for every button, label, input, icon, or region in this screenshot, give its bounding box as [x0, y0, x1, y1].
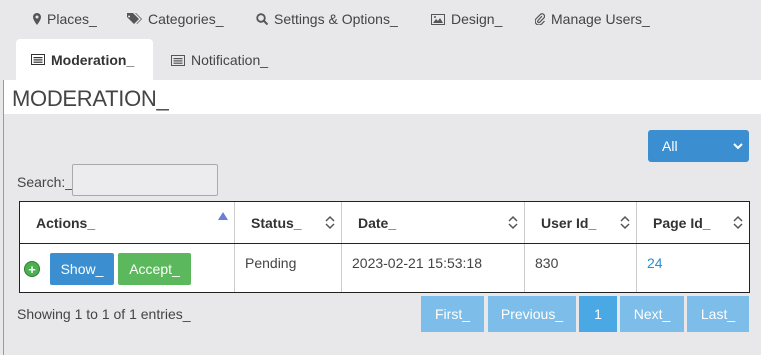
tab-label: Places_ [47, 11, 97, 27]
tab-places[interactable]: Places_ [33, 11, 97, 27]
map-marker-icon [33, 13, 41, 25]
tab-bar: Places_ Categories_ Settings & Options_ … [0, 0, 761, 38]
tab-label: Categories_ [148, 11, 224, 27]
title-bar: MODERATION_ [4, 80, 761, 114]
tab-settings[interactable]: Settings & Options_ [256, 11, 398, 27]
date-value: 2023-02-21 15:53:18 [352, 255, 482, 271]
paperclip-icon [535, 13, 545, 25]
tab-moderation[interactable]: Moderation_ [16, 39, 153, 80]
column-header-user-id[interactable]: User Id_ [525, 202, 637, 244]
tab-design[interactable]: Design_ [431, 11, 502, 27]
pagination-current-page[interactable]: 1 [579, 296, 617, 332]
sort-icon [733, 215, 743, 230]
tab-label: Manage Users_ [551, 11, 650, 27]
column-header-actions[interactable]: Actions_ [20, 202, 235, 244]
date-cell: 2023-02-21 15:53:18 [342, 244, 525, 292]
page-title: MODERATION_ [12, 86, 169, 111]
list-icon [31, 54, 45, 65]
expand-row-button[interactable]: + [24, 261, 40, 277]
user-id-value: 830 [535, 255, 559, 271]
tab-categories[interactable]: Categories_ [127, 11, 224, 27]
moderation-panel: MODERATION_ All Search:_ Actions_ Status… [3, 80, 761, 355]
tab-label: Design_ [451, 11, 503, 27]
moderation-table: Actions_ Status_ Date_ User Id_ Page Id_… [19, 201, 750, 293]
tags-icon [127, 13, 142, 24]
status-cell: Pending [235, 244, 342, 292]
sort-asc-icon [218, 212, 228, 220]
column-header-label: Status_ [251, 215, 302, 231]
status-value: Pending [245, 255, 297, 271]
search-label: Search:_ [17, 174, 74, 190]
column-header-label: Page Id_ [653, 215, 711, 231]
filter-select[interactable]: All [648, 130, 749, 162]
column-header-label: Actions_ [36, 215, 96, 231]
list-icon [171, 54, 185, 66]
tab-manage-users[interactable]: Manage Users_ [535, 11, 650, 27]
column-header-date[interactable]: Date_ [342, 202, 525, 244]
column-header-label: Date_ [358, 215, 397, 231]
column-header-status[interactable]: Status_ [235, 202, 342, 244]
page-id-link[interactable]: 24 [647, 255, 663, 271]
sort-icon [508, 215, 518, 230]
user-id-cell: 830 [525, 244, 637, 292]
pagination-last[interactable]: Last_ [687, 296, 749, 332]
sort-icon [620, 215, 630, 230]
pagination-first[interactable]: First_ [421, 296, 484, 332]
actions-cell: + Show_ Accept_ [20, 244, 235, 292]
chevron-down-icon [733, 142, 743, 149]
accept-button[interactable]: Accept_ [118, 253, 191, 285]
show-button[interactable]: Show_ [50, 253, 114, 285]
tab-label: Moderation_ [51, 51, 135, 68]
sort-icon [325, 215, 335, 230]
column-header-page-id[interactable]: Page Id_ [637, 202, 749, 244]
image-icon [431, 13, 445, 25]
tab-label: Notification_ [191, 52, 269, 68]
pagination-previous[interactable]: Previous_ [488, 296, 576, 332]
search-icon [256, 13, 268, 25]
search-input[interactable] [72, 164, 218, 196]
table-info: Showing 1 to 1 of 1 entries_ [17, 306, 191, 322]
tab-label: Settings & Options_ [274, 11, 398, 27]
tab-notification[interactable]: Notification_ [171, 52, 268, 68]
column-header-label: User Id_ [541, 215, 597, 231]
pagination-next[interactable]: Next_ [620, 296, 684, 332]
page-id-cell: 24 [637, 244, 749, 292]
filter-select-value: All [662, 138, 678, 154]
